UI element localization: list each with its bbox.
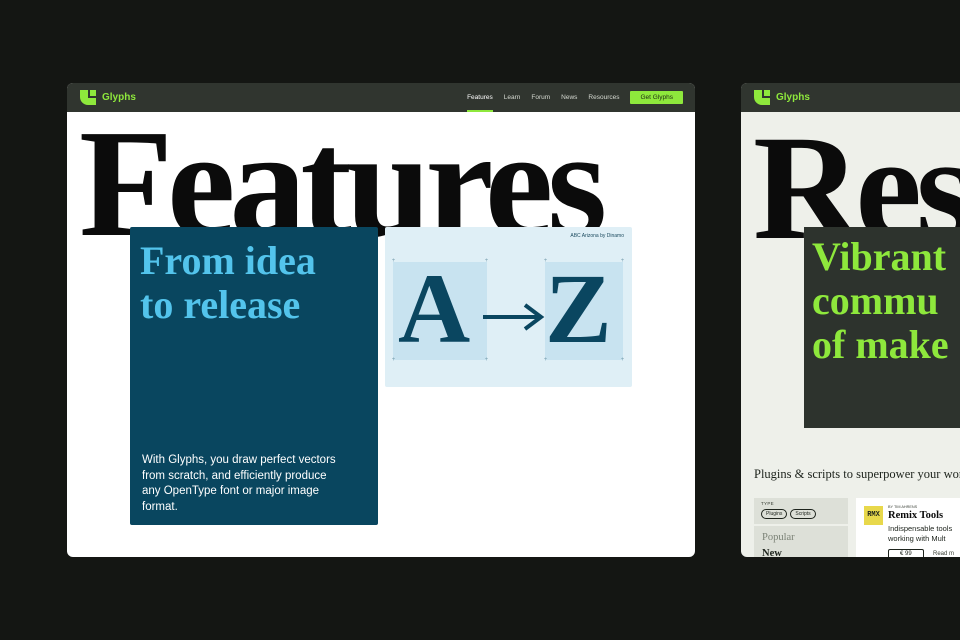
pill-scripts[interactable]: Scripts	[790, 509, 816, 519]
type-pills: Plugins Scripts	[761, 509, 841, 519]
corner-handle-icon: +	[484, 357, 489, 363]
community-card: Vibrant commu of make	[804, 227, 960, 428]
features-page-window: Glyphs Features Learn Forum News Resourc…	[67, 83, 695, 557]
plugin-price-button[interactable]: € 99	[888, 549, 924, 557]
corner-handle-icon: +	[391, 357, 396, 363]
glyph-demo-card: ABC Arizona by Dinamo A Z + + + + + + + …	[385, 227, 632, 387]
type-label: TYPE	[761, 501, 774, 506]
corner-handle-icon: +	[543, 357, 548, 363]
sort-filter: Popular New	[754, 526, 848, 557]
read-more-link[interactable]: Read m	[933, 551, 954, 557]
plugin-badge: RMX	[864, 506, 883, 525]
font-credit: ABC Arizona by Dinamo	[570, 233, 624, 239]
community-line1: Vibrant	[812, 234, 947, 279]
blue-card-title-line2: to release	[140, 282, 301, 327]
plugins-heading: Plugins & scripts to superpower your wor	[754, 467, 960, 481]
plugin-author: BY TIM AHRENS	[888, 505, 918, 509]
plugin-desc-line2: working with Mult	[888, 534, 946, 543]
blue-card-title-line1: From idea	[140, 238, 316, 283]
filter-panel: TYPE Plugins Scripts Popular New	[754, 498, 848, 557]
plugin-name: Remix Tools	[888, 510, 944, 521]
corner-handle-icon: +	[620, 357, 625, 363]
side-logo-text: Glyphs	[776, 92, 810, 103]
blue-card-title: From idea to release	[140, 239, 380, 327]
plugin-card-remix-tools[interactable]: RMX BY TIM AHRENS Remix Tools Indispensa…	[856, 498, 960, 557]
get-glyphs-button[interactable]: Get Glyphs	[630, 91, 683, 104]
right-arrow-icon	[481, 301, 547, 338]
community-card-title: Vibrant commu of make	[812, 235, 949, 367]
plugin-description: Indispensable tools working with Mult	[888, 524, 960, 544]
blue-card-body: With Glyphs, you draw perfect vectors fr…	[142, 454, 336, 513]
sort-new[interactable]: New	[762, 546, 840, 557]
idea-to-release-card: From idea to release With Glyphs, you dr…	[130, 227, 378, 525]
type-filter: TYPE Plugins Scripts	[754, 498, 848, 524]
pill-plugins[interactable]: Plugins	[761, 509, 788, 519]
corner-handle-icon: +	[391, 258, 396, 264]
glyph-z: Z	[545, 253, 612, 364]
sort-popular[interactable]: Popular	[762, 530, 840, 546]
community-line2: commu	[812, 278, 939, 323]
plugin-desc-line1: Indispensable tools	[888, 524, 953, 533]
corner-handle-icon: +	[484, 258, 489, 264]
resources-page-window: Glyphs Res Vibrant commu of make Plugins…	[741, 83, 960, 557]
corner-handle-icon: +	[543, 258, 548, 264]
corner-handle-icon: +	[620, 258, 625, 264]
community-line3: of make	[812, 322, 949, 367]
glyph-a: A	[398, 253, 471, 364]
